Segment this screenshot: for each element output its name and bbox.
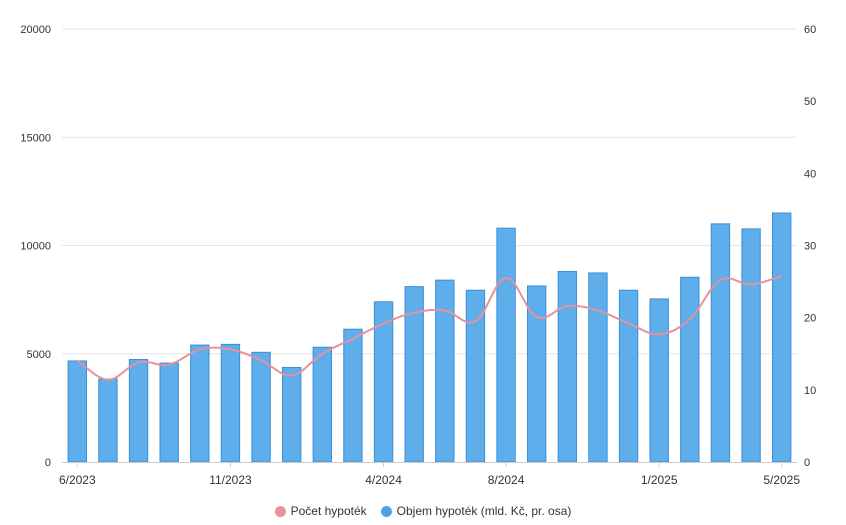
legend: Počet hypoték Objem hypoték (mld. Kč, pr… [0, 504, 846, 518]
y-right-tick-label: 20 [804, 313, 816, 325]
bar[interactable] [772, 212, 792, 463]
y-left-tick-label: 15000 [20, 132, 51, 144]
bar[interactable] [649, 298, 669, 463]
line-point[interactable] [106, 378, 110, 382]
y-right-tick-label: 0 [804, 457, 810, 469]
bar[interactable] [282, 366, 302, 463]
bar[interactable] [496, 227, 516, 463]
legend-label-count: Počet hypoték [290, 504, 367, 518]
left-axis: 0 5000 10000 15000 20000 [20, 24, 51, 469]
line-point[interactable] [290, 373, 294, 377]
x-tick-label: 1/2025 [641, 473, 678, 487]
line-point[interactable] [320, 352, 324, 356]
line-point[interactable] [535, 315, 539, 319]
x-tick-label: 11/2023 [209, 473, 252, 487]
bar[interactable] [618, 289, 639, 463]
bar[interactable] [128, 359, 149, 463]
bar[interactable] [312, 346, 332, 463]
bar[interactable] [159, 362, 179, 463]
bar[interactable] [190, 344, 210, 463]
bar[interactable] [557, 270, 577, 463]
line-point[interactable] [657, 332, 661, 336]
line-point[interactable] [443, 308, 447, 312]
legend-item-volume[interactable]: Objem hypoték (mld. Kč, pr. osa) [380, 504, 572, 518]
line-point[interactable] [137, 360, 141, 364]
line-point[interactable] [412, 311, 416, 315]
bar[interactable] [435, 279, 455, 463]
bar[interactable] [343, 328, 363, 463]
x-tick-label: 6/2023 [59, 473, 96, 487]
bar[interactable] [680, 276, 700, 463]
line-point[interactable] [780, 274, 784, 278]
legend-marker-volume [380, 505, 392, 517]
x-axis: 6/2023 11/2023 4/2024 8/2024 1/2025 5/2025 [59, 462, 800, 487]
line-point[interactable] [351, 337, 355, 341]
bar[interactable] [527, 285, 547, 463]
x-tick-label: 5/2025 [763, 473, 800, 487]
y-right-tick-label: 50 [804, 96, 816, 108]
line-point[interactable] [596, 308, 600, 312]
line-point[interactable] [627, 321, 631, 325]
y-left-tick-label: 0 [45, 457, 51, 469]
x-tick-label: 8/2024 [488, 473, 525, 487]
legend-label-volume: Objem hypoték (mld. Kč, pr. osa) [396, 504, 572, 518]
line-series [75, 274, 784, 382]
bar[interactable] [251, 351, 271, 463]
line-point[interactable] [75, 358, 79, 362]
line-point[interactable] [565, 304, 569, 308]
bar[interactable] [710, 223, 731, 463]
y-left-tick-label: 5000 [27, 349, 51, 361]
bar[interactable] [588, 272, 608, 463]
bar-series [67, 212, 792, 463]
line-point[interactable] [473, 319, 477, 323]
legend-marker-count [274, 505, 286, 517]
bar[interactable] [67, 360, 87, 463]
line-point[interactable] [382, 321, 386, 325]
bar[interactable] [741, 228, 761, 463]
line-point[interactable] [228, 347, 232, 351]
y-right-tick-label: 40 [804, 168, 816, 180]
line-point[interactable] [259, 358, 263, 362]
y-left-tick-label: 10000 [20, 241, 51, 253]
line-point[interactable] [198, 347, 202, 351]
line-point[interactable] [504, 276, 508, 280]
x-tick-label: 4/2024 [365, 473, 402, 487]
y-right-tick-label: 10 [804, 385, 816, 397]
series-line[interactable] [76, 274, 782, 381]
legend-item-count[interactable]: Počet hypoték [274, 504, 367, 518]
bar[interactable] [98, 378, 118, 463]
right-axis: 0 10 20 30 40 50 60 [804, 24, 816, 469]
line-point[interactable] [688, 317, 692, 321]
y-left-tick-label: 20000 [20, 24, 51, 36]
y-right-tick-label: 60 [804, 24, 816, 36]
line-point[interactable] [718, 278, 722, 282]
line-point[interactable] [167, 363, 171, 367]
chart-svg: 0 5000 10000 15000 20000 0 10 20 30 40 50 60 6/202… [20, 24, 816, 487]
y-right-tick-label: 30 [804, 241, 816, 253]
chart: 0 5000 10000 15000 20000 0 10 20 30 40 50 60 6/202… [0, 0, 846, 525]
bar[interactable] [220, 343, 241, 463]
line-point[interactable] [749, 282, 753, 286]
